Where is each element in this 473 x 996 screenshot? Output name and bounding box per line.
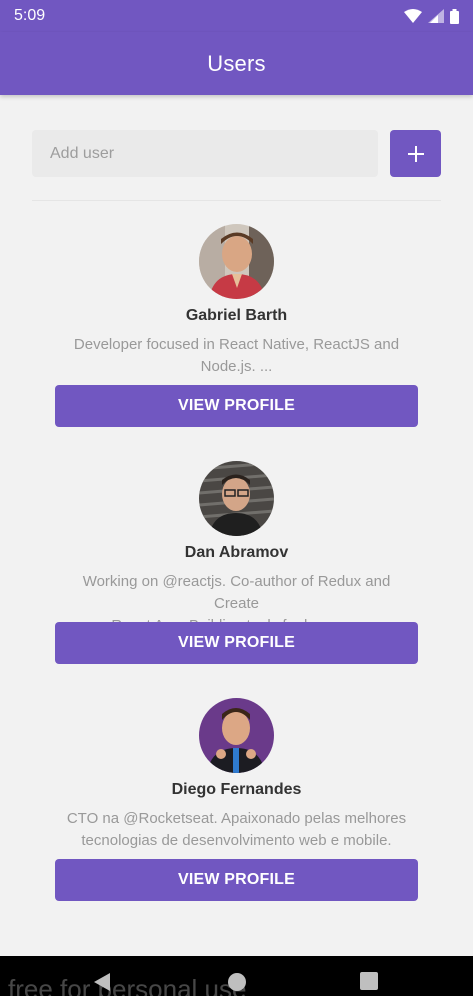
user-bio-line: Working on @reactjs. Co-author of Redux … bbox=[82, 573, 391, 612]
back-icon[interactable] bbox=[92, 972, 112, 992]
user-bio-line: Developer focused in React Native, React… bbox=[73, 336, 400, 353]
user-name: Diego Fernandes bbox=[171, 781, 302, 798]
user-card: Diego Fernandes CTO na @Rocketseat. Apai… bbox=[0, 698, 473, 935]
view-profile-button[interactable]: VIEW PROFILE bbox=[55, 385, 418, 427]
user-card: Gabriel Barth Developer focused in React… bbox=[0, 224, 473, 461]
user-bio-line: Node.js. ... bbox=[200, 358, 273, 375]
user-card: Dan Abramov Working on @reactjs. Co-auth… bbox=[0, 461, 473, 698]
avatar bbox=[199, 461, 274, 536]
view-profile-button[interactable]: VIEW PROFILE bbox=[55, 622, 418, 664]
add-user-form bbox=[32, 130, 441, 177]
user-name: Gabriel Barth bbox=[185, 307, 288, 324]
watermark: free for personal use bbox=[8, 974, 247, 996]
app-bar: Users bbox=[0, 32, 473, 95]
status-bar: 5:09 bbox=[0, 0, 473, 32]
signal-icon bbox=[428, 9, 444, 23]
wifi-icon bbox=[404, 9, 422, 23]
add-user-button[interactable] bbox=[390, 130, 441, 177]
user-bio: Developer focused in React Native, React… bbox=[60, 334, 413, 378]
navigation-bar: free for personal use bbox=[0, 956, 473, 996]
divider bbox=[32, 200, 441, 201]
status-time: 5:09 bbox=[14, 7, 46, 24]
page-title: Users bbox=[207, 50, 266, 76]
home-icon[interactable] bbox=[227, 972, 247, 992]
plus-icon bbox=[407, 145, 424, 162]
user-bio: CTO na @Rocketseat. Apaixonado pelas mel… bbox=[60, 808, 413, 852]
view-profile-button[interactable]: VIEW PROFILE bbox=[55, 859, 418, 901]
user-bio-line: tecnologias de desenvolvimento web e mob… bbox=[81, 832, 392, 849]
status-icons bbox=[404, 8, 459, 24]
battery-icon bbox=[450, 8, 459, 24]
user-bio-line: CTO na @Rocketseat. Apaixonado pelas mel… bbox=[66, 810, 407, 827]
recents-icon[interactable] bbox=[360, 972, 378, 990]
user-name: Dan Abramov bbox=[184, 544, 289, 561]
avatar bbox=[199, 698, 274, 773]
avatar bbox=[199, 224, 274, 299]
user-list: Gabriel Barth Developer focused in React… bbox=[0, 224, 473, 935]
add-user-input[interactable] bbox=[32, 130, 378, 177]
